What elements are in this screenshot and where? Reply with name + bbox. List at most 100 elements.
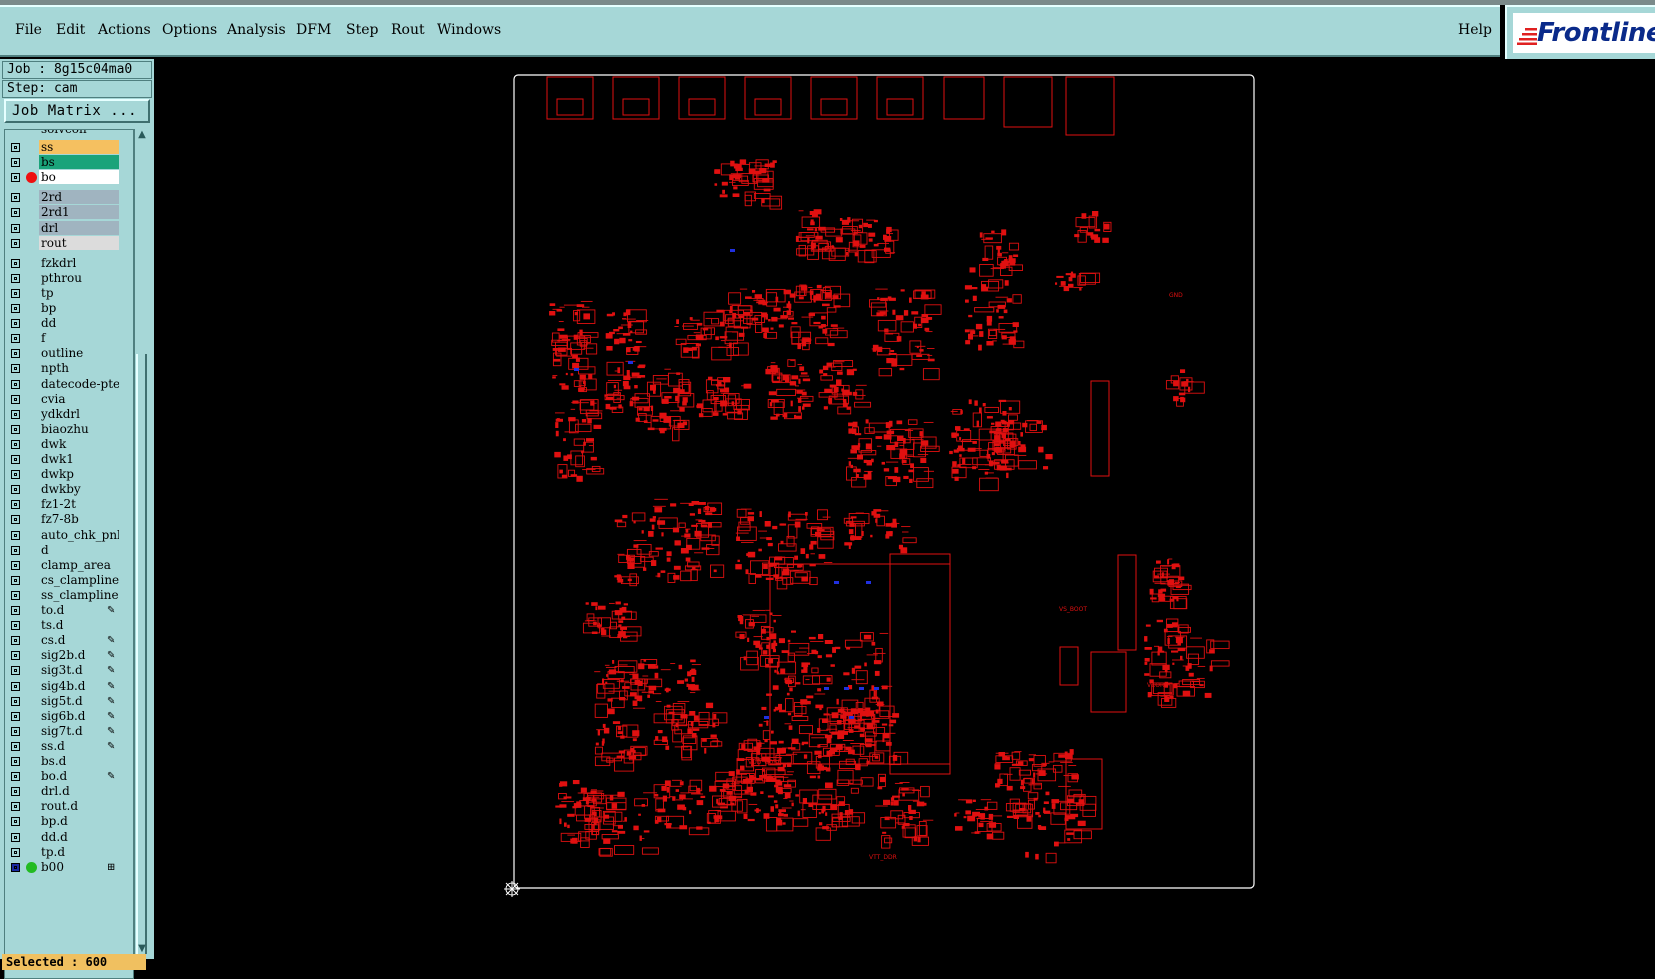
layer-row-to.d[interactable]: to.d ✎ (5, 603, 133, 618)
layer-row-pthrou[interactable]: pthrou (5, 270, 133, 286)
layer-checkbox[interactable] (11, 319, 20, 329)
layer-row-ts.d[interactable]: ts.d (5, 618, 133, 633)
layer-checkbox[interactable] (11, 379, 20, 389)
layer-row-fzkdrl[interactable]: fzkdrl (5, 255, 133, 271)
layer-row-bo.d[interactable]: bo.d ✎ (5, 769, 133, 784)
layer-row-dwkby[interactable]: dwkby (5, 482, 133, 497)
layer-row-fz7-8b[interactable]: fz7-8b (5, 512, 133, 527)
menu-analysis[interactable]: Analysis (227, 22, 286, 38)
layer-row-npth[interactable]: npth (5, 361, 133, 376)
layer-row-bo[interactable]: bo (5, 170, 133, 185)
menu-options[interactable]: Options (162, 22, 217, 38)
layer-checkbox[interactable] (11, 666, 20, 676)
layer-row-cvia[interactable]: cvia (5, 391, 133, 407)
layer-row-sig3t.d[interactable]: sig3t.d ✎ (5, 663, 133, 678)
layer-checkbox[interactable] (11, 424, 20, 434)
menu-dfm[interactable]: DFM (296, 22, 331, 38)
layer-checkbox[interactable] (11, 651, 20, 661)
layer-row-partial[interactable]: solvcon (5, 130, 133, 137)
layer-checkbox[interactable] (11, 757, 20, 766)
layer-row-cs_clampline[interactable]: cs_clampline (5, 572, 133, 588)
layer-row-dwkp[interactable]: dwkp (5, 467, 133, 482)
layer-checkbox[interactable] (11, 173, 20, 183)
layer-checkbox[interactable] (11, 485, 20, 495)
layer-checkbox[interactable] (11, 560, 20, 570)
layer-row-ss_clampline[interactable]: ss_clampline (5, 587, 133, 603)
layer-row-drl[interactable]: drl (5, 220, 133, 236)
layer-row-biaozhu[interactable]: biaozhu (5, 421, 133, 437)
layer-row-ydkdrl[interactable]: ydkdrl (5, 406, 133, 422)
layer-checkbox[interactable] (11, 787, 20, 797)
layer-row-bp.d[interactable]: bp.d (5, 814, 133, 829)
layer-checkbox[interactable] (11, 273, 20, 283)
pcb-board-view[interactable]: VS_BOOT VCORE VDD_CORE VTT_DDR GND (154, 59, 1655, 959)
layer-checkbox[interactable] (11, 470, 20, 480)
layer-row-sig2b.d[interactable]: sig2b.d ✎ (5, 648, 133, 663)
layer-checkbox[interactable] (11, 455, 20, 464)
menu-actions[interactable]: Actions (98, 22, 151, 38)
layer-row-rout.d[interactable]: rout.d (5, 799, 133, 814)
layer-checkbox[interactable] (11, 862, 20, 872)
layer-checkbox[interactable] (11, 802, 20, 812)
layer-row-sig7t.d[interactable]: sig7t.d ✎ (5, 723, 133, 739)
layer-row-b00[interactable]: b00 ⊞ (5, 859, 133, 875)
layer-row-bs.d[interactable]: bs.d (5, 754, 133, 769)
scroll-thumb[interactable] (136, 354, 147, 954)
layer-checkbox[interactable] (11, 223, 20, 233)
layer-row-sig6b.d[interactable]: sig6b.d ✎ (5, 708, 133, 724)
layer-checkbox[interactable] (11, 606, 20, 615)
layer-checkbox[interactable] (11, 158, 20, 168)
layer-row-ss.d[interactable]: ss.d ✎ (5, 738, 133, 754)
layer-checkbox[interactable] (11, 258, 20, 268)
layer-row-bp[interactable]: bp (5, 301, 133, 316)
layer-list-scrollbar[interactable]: ▲ ▼ (134, 129, 149, 955)
layer-checkbox[interactable] (11, 334, 20, 344)
layer-row-outline[interactable]: outline (5, 346, 133, 361)
layer-checkbox[interactable] (11, 681, 20, 691)
layer-row-fz1-2t[interactable]: fz1-2t (5, 497, 133, 512)
menu-help[interactable]: Help (1458, 22, 1492, 38)
layer-row-2rd[interactable]: 2rd (5, 190, 133, 205)
layer-checkbox[interactable] (11, 575, 20, 585)
layer-checkbox[interactable] (11, 545, 20, 555)
layer-checkbox[interactable] (11, 288, 20, 298)
layer-checkbox[interactable] (11, 847, 20, 857)
layer-row-sig5t.d[interactable]: sig5t.d ✎ (5, 693, 133, 709)
layer-checkbox[interactable] (11, 364, 20, 374)
layer-checkbox[interactable] (11, 394, 20, 404)
layer-row-clamp_area[interactable]: clamp_area (5, 557, 133, 573)
layer-row-2rd1[interactable]: 2rd1 (5, 205, 133, 220)
menu-file[interactable]: File (15, 22, 42, 38)
layer-checkbox[interactable] (11, 193, 20, 203)
layer-checkbox[interactable] (11, 349, 20, 359)
menu-rout[interactable]: Rout (391, 22, 425, 38)
layer-row-ss[interactable]: ss (5, 140, 133, 155)
layer-row-drl.d[interactable]: drl.d (5, 784, 133, 799)
scroll-up-icon[interactable]: ▲ (135, 129, 149, 141)
layer-checkbox[interactable] (11, 741, 20, 751)
layer-checkbox[interactable] (11, 696, 20, 706)
graphic-editor-canvas[interactable]: VS_BOOT VCORE VDD_CORE VTT_DDR GND (154, 59, 1655, 959)
layer-row-tp.d[interactable]: tp.d (5, 844, 133, 860)
layer-checkbox[interactable] (11, 711, 20, 721)
layer-checkbox[interactable] (11, 817, 20, 827)
layer-checkbox[interactable] (11, 621, 20, 631)
layer-row-d[interactable]: d (5, 542, 133, 558)
layer-checkbox[interactable] (11, 515, 20, 525)
layer-row-rout[interactable]: rout (5, 235, 133, 251)
layer-checkbox[interactable] (11, 208, 20, 218)
layer-checkbox[interactable] (11, 636, 20, 646)
layer-checkbox[interactable] (11, 832, 20, 842)
layer-row-bs[interactable]: bs (5, 155, 133, 170)
menu-edit[interactable]: Edit (56, 22, 85, 38)
layer-checkbox[interactable] (11, 143, 20, 152)
layer-row-datecode-pte[interactable]: datecode-pte (5, 376, 133, 392)
layer-row-cs.d[interactable]: cs.d ✎ (5, 633, 133, 648)
menu-step[interactable]: Step (346, 22, 378, 38)
layer-checkbox[interactable] (11, 238, 20, 248)
job-matrix-button[interactable]: Job Matrix ... (4, 99, 150, 123)
layer-checkbox[interactable] (11, 304, 20, 313)
layer-checkbox[interactable] (11, 409, 20, 419)
layer-checkbox[interactable] (11, 439, 20, 449)
layer-row-tp[interactable]: tp (5, 285, 133, 301)
